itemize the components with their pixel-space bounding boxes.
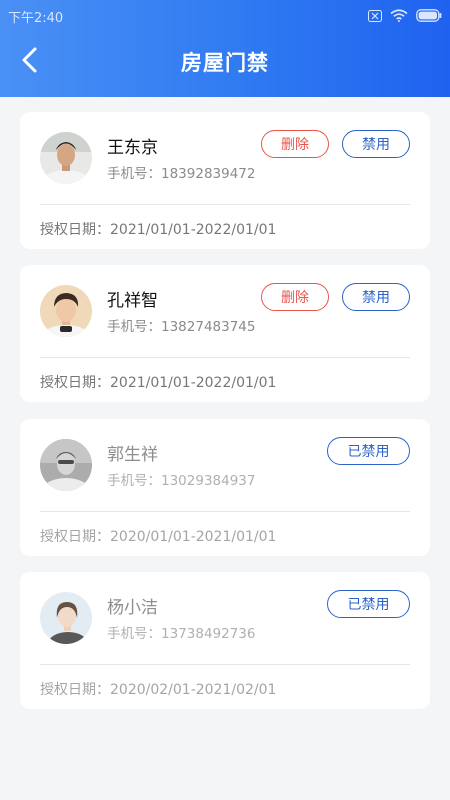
auth-date: 授权日期：2021/01/01-2022/01/01 xyxy=(40,375,277,391)
status-time: 下午2:40 xyxy=(8,11,64,26)
status-icons xyxy=(368,8,442,24)
member-name: 王东京 xyxy=(107,138,158,158)
page-title: 房屋门禁 xyxy=(181,51,269,75)
member-phone: 手机号：13827483745 xyxy=(107,319,256,335)
banned-status-button[interactable]: 已禁用 xyxy=(327,437,410,465)
divider xyxy=(40,511,410,512)
ban-button[interactable]: 禁用 xyxy=(342,130,410,158)
battery-icon xyxy=(416,7,442,26)
avatar xyxy=(40,439,92,491)
member-card: 孔祥智 手机号：13827483745 删除 禁用 授权日期：2021/01/0… xyxy=(20,265,430,402)
avatar xyxy=(40,592,92,644)
auth-date: 授权日期：2020/02/01-2021/02/01 xyxy=(40,682,277,698)
member-phone: 手机号：18392839472 xyxy=(107,166,256,182)
member-phone: 手机号：13738492736 xyxy=(107,626,256,642)
member-name: 郭生祥 xyxy=(107,445,158,465)
divider xyxy=(40,664,410,665)
header-bar: 下午2:40 房屋门禁 xyxy=(0,0,450,97)
divider xyxy=(40,357,410,358)
ban-button[interactable]: 禁用 xyxy=(342,283,410,311)
delete-button[interactable]: 删除 xyxy=(261,283,329,311)
wifi-icon xyxy=(390,7,408,26)
member-phone: 手机号：13029384937 xyxy=(107,473,256,489)
member-card: 郭生祥 手机号：13029384937 已禁用 授权日期：2020/01/01-… xyxy=(20,419,430,556)
auth-date: 授权日期：2020/01/01-2021/01/01 xyxy=(40,529,277,545)
member-card: 杨小洁 手机号：13738492736 已禁用 授权日期：2020/02/01-… xyxy=(20,572,430,709)
delete-button[interactable]: 删除 xyxy=(261,130,329,158)
notification-x-icon xyxy=(368,7,382,26)
divider xyxy=(40,204,410,205)
member-card: 王东京 手机号：18392839472 删除 禁用 授权日期：2021/01/0… xyxy=(20,112,430,249)
avatar xyxy=(40,132,92,184)
auth-date: 授权日期：2021/01/01-2022/01/01 xyxy=(40,222,277,238)
member-name: 孔祥智 xyxy=(107,291,158,311)
member-name: 杨小洁 xyxy=(107,598,158,618)
banned-status-button[interactable]: 已禁用 xyxy=(327,590,410,618)
status-bar: 下午2:40 xyxy=(0,0,450,30)
avatar xyxy=(40,285,92,337)
